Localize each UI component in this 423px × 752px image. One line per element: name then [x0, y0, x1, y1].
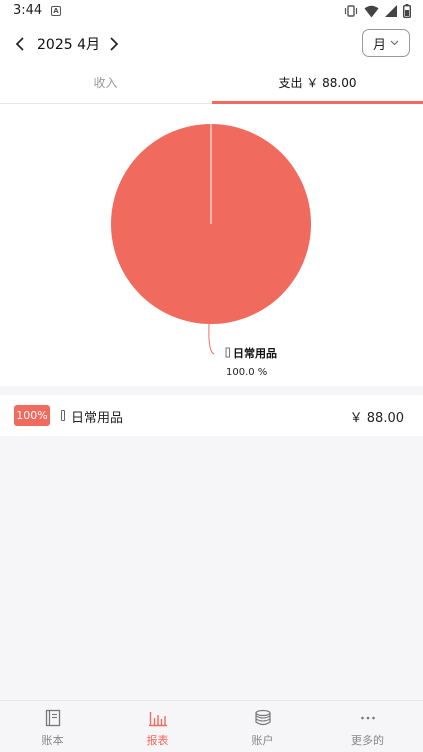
nav-report[interactable]: 报表 [105, 701, 210, 752]
nav-label-ledger: 账本 [41, 734, 64, 747]
slice-label-icon [225, 347, 230, 358]
nav-label-account: 账户 [251, 734, 274, 747]
current-month[interactable]: 2025 4月 [37, 34, 100, 54]
nav-more[interactable]: 更多的 [315, 701, 420, 752]
vibrate-icon [344, 5, 358, 17]
nav-label-more: 更多的 [351, 734, 384, 747]
nav-account[interactable]: 账户 [210, 701, 315, 752]
coins-icon [254, 709, 271, 726]
period-label: 月 [372, 37, 386, 53]
status-bar: 3:44 A [0, 0, 423, 24]
chevron-right-icon[interactable] [106, 34, 122, 54]
status-icons [344, 4, 411, 18]
pie-chart: 日常用品 100.0 % [111, 124, 311, 378]
nav-label-report: 报表 [146, 734, 169, 747]
chevron-down-icon [390, 40, 399, 46]
category-row[interactable]: 100% 日常用品 ￥ 88.00 [0, 395, 423, 436]
slice-percent: 100.0 % [226, 367, 267, 378]
status-time: 3:44 [13, 3, 43, 18]
percent-badge: 100% [14, 405, 50, 426]
wifi-icon [364, 5, 379, 17]
battery-icon [403, 4, 411, 18]
book-icon [45, 709, 60, 727]
pie-chart-area: 日常用品 100.0 % [0, 104, 423, 386]
nav-ledger[interactable]: 账本 [0, 701, 105, 752]
header: 2025 4月 月 [0, 24, 423, 64]
bar-chart-icon [148, 712, 167, 727]
slice-label: 日常用品 [233, 346, 277, 360]
chevron-left-icon[interactable] [12, 34, 28, 54]
leader-line [208, 323, 215, 355]
more-icon [360, 716, 375, 720]
signal-icon [385, 5, 397, 17]
category-amount: ￥ 88.00 [349, 411, 404, 426]
notification-icon: A [51, 6, 61, 16]
type-tabs: 收入 支出 ￥ 88.00 [0, 64, 423, 104]
bottom-nav: 账本 报表 账户 更多的 [0, 700, 423, 752]
tab-expense[interactable]: 支出 ￥ 88.00 [212, 64, 423, 104]
period-select[interactable]: 月 [362, 29, 410, 57]
category-icon [61, 410, 65, 421]
tab-income[interactable]: 收入 [0, 64, 211, 104]
category-name: 日常用品 [71, 411, 124, 426]
